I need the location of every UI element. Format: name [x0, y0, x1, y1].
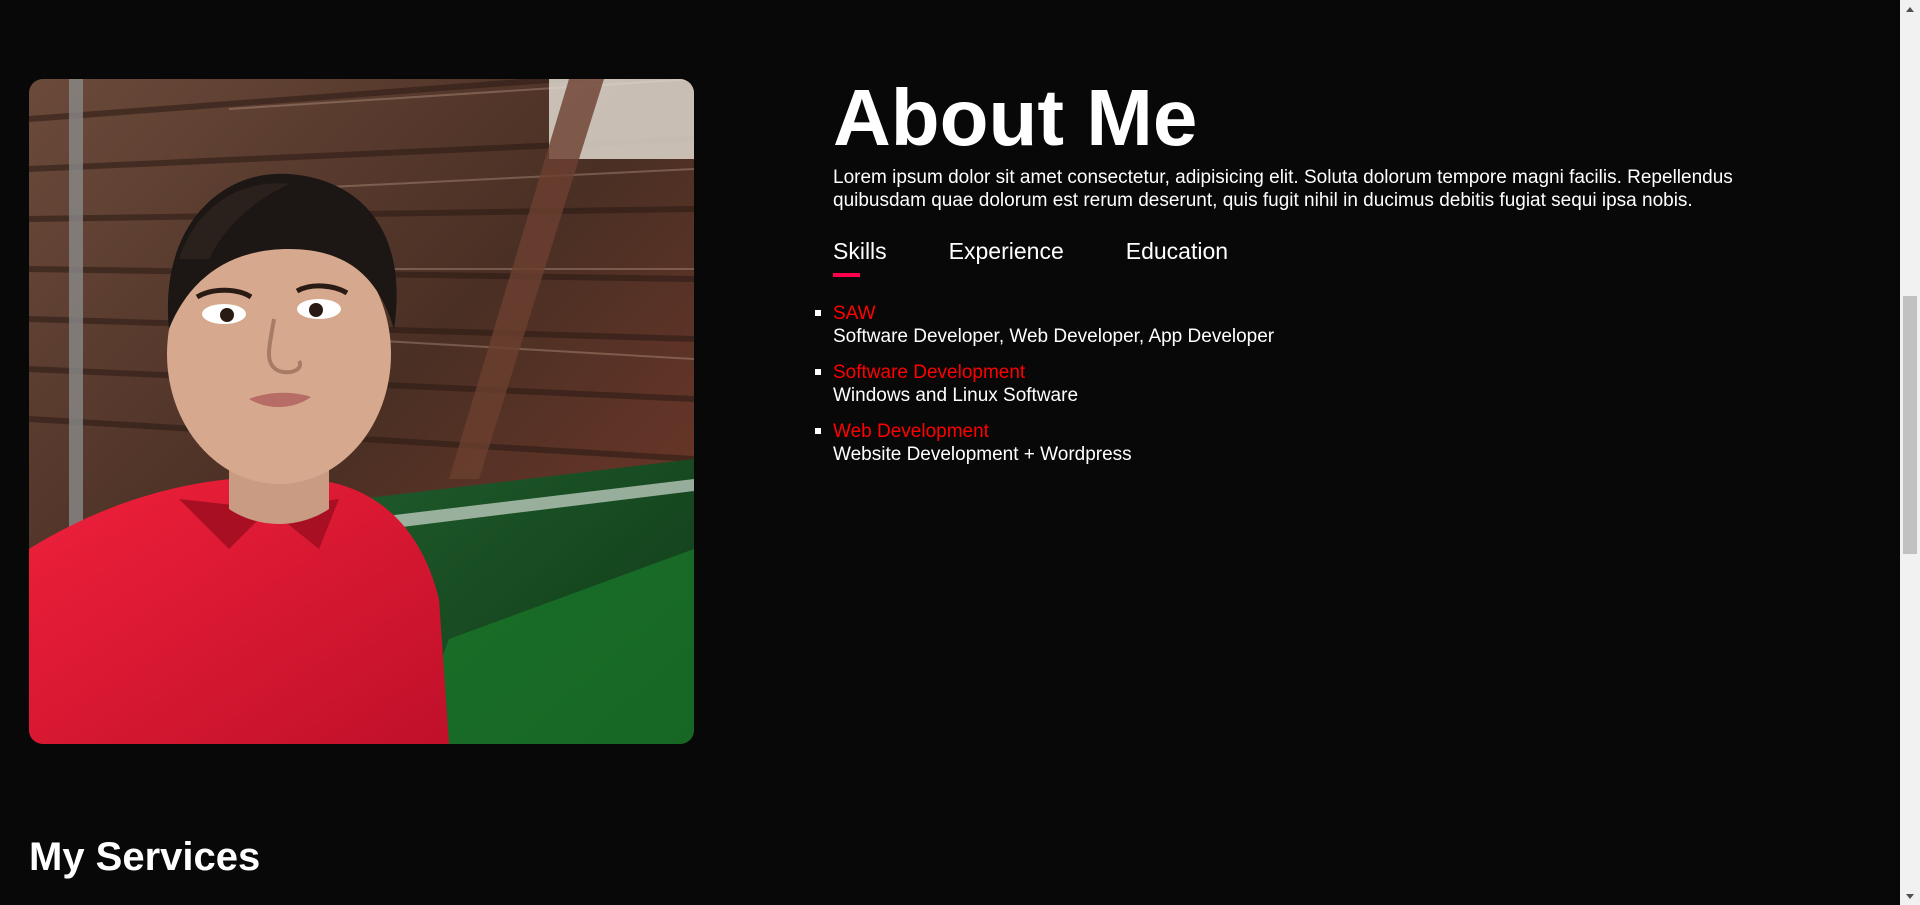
services-title: My Services — [29, 835, 261, 879]
scrollbar[interactable] — [1900, 0, 1920, 905]
bullet-icon — [815, 428, 821, 434]
tab-education[interactable]: Education — [1126, 237, 1228, 281]
about-text: Lorem ipsum dolor sit amet consectetur, … — [833, 167, 1733, 211]
profile-photo-image — [29, 79, 694, 744]
bullet-icon — [815, 369, 821, 375]
list-item: SAW Software Developer, Web Developer, A… — [815, 302, 1833, 348]
skill-name: Software Development — [833, 362, 1026, 383]
skill-name: Web Development — [833, 421, 989, 442]
skill-name: SAW — [833, 303, 876, 324]
list-item: Software Development Windows and Linux S… — [815, 361, 1833, 407]
scrollbar-thumb[interactable] — [1903, 296, 1917, 554]
scroll-down-arrow-icon[interactable] — [1900, 887, 1920, 905]
skills-list: SAW Software Developer, Web Developer, A… — [815, 302, 1833, 466]
skill-description: Software Developer, Web Developer, App D… — [833, 326, 1275, 347]
skill-description: Windows and Linux Software — [833, 385, 1079, 406]
tab-experience[interactable]: Experience — [949, 237, 1064, 281]
about-tabs: Skills Experience Education — [833, 237, 1833, 281]
tab-skills[interactable]: Skills — [833, 237, 887, 281]
list-item: Web Development Website Development + Wo… — [815, 420, 1833, 466]
skill-description: Website Development + Wordpress — [833, 444, 1132, 465]
about-section: About Me Lorem ipsum dolor sit amet cons… — [815, 72, 1833, 479]
profile-photo — [29, 79, 694, 744]
bullet-icon — [815, 310, 821, 316]
about-title: About Me — [833, 73, 1198, 162]
scroll-up-arrow-icon[interactable] — [1900, 0, 1920, 18]
page: About Me Lorem ipsum dolor sit amet cons… — [0, 0, 1920, 905]
